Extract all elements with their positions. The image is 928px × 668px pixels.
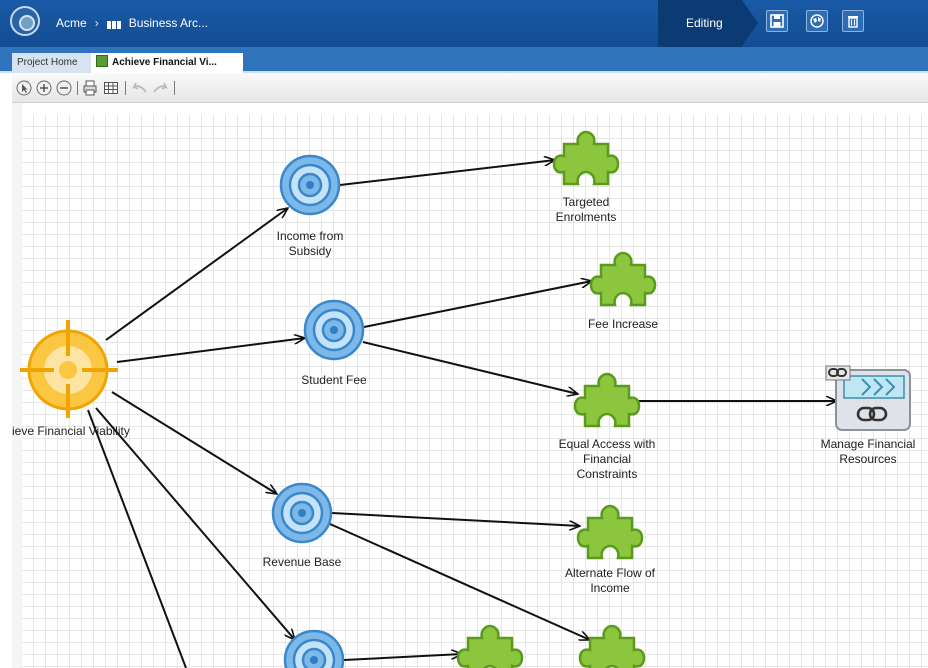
label-text: Manage Financial Resources <box>820 437 916 466</box>
label-text: Student Fee <box>301 373 367 387</box>
label-text: Targeted Enrolments <box>555 195 617 224</box>
edge-student-fee-fee-increase <box>363 281 592 328</box>
edge-root-revenue-base <box>111 391 277 494</box>
label-text: Equal Access with Financial Constraints <box>558 437 656 481</box>
edge-income-subsidy-targeted-enrolments <box>339 160 555 186</box>
strategy-node-6[interactable] <box>578 624 646 668</box>
strategy-node-targeted-enrolments[interactable] <box>552 130 620 186</box>
strategy-node-5[interactable] <box>456 624 524 668</box>
node-label-achieve-financial-viability: ieve Financial Viability <box>12 424 172 439</box>
objective-node-4[interactable] <box>283 629 345 668</box>
node-label-fee-increase: Fee Increase <box>563 317 683 332</box>
capability-node-manage-financial-resources[interactable] <box>825 365 911 431</box>
label-text: Income from Subsidy <box>276 229 344 258</box>
label-text: Revenue Base <box>262 555 342 569</box>
node-label-student-fee: Student Fee <box>276 373 392 388</box>
label-text: Alternate Flow of Income <box>564 566 656 595</box>
node-label-manage-financial-resources: Manage Financial Resources <box>808 437 928 467</box>
node-label-revenue-base: Revenue Base <box>244 555 360 570</box>
goal-node-achieve-financial-viability[interactable] <box>20 320 118 418</box>
edge-root-income-subsidy <box>105 208 288 341</box>
edge-objective-4-strategy-5 <box>343 654 462 661</box>
strategy-node-alternate-flow[interactable] <box>576 504 644 560</box>
strategy-node-fee-increase[interactable] <box>589 251 657 307</box>
edge-root-offscreen <box>87 409 187 668</box>
edge-student-fee-equal-access <box>362 341 578 394</box>
edge-revenue-base-alternate-flow <box>331 512 580 526</box>
node-label-income-subsidy: Income from Subsidy <box>252 229 368 259</box>
objective-node-income-subsidy[interactable] <box>279 154 341 216</box>
node-label-equal-access: Equal Access with Financial Constraints <box>542 437 672 482</box>
label-text: ieve Financial Viability <box>12 424 130 438</box>
objective-node-student-fee[interactable] <box>303 299 365 361</box>
strategy-diagram <box>20 130 911 668</box>
objective-node-revenue-base[interactable] <box>271 482 333 544</box>
edge-root-student-fee <box>116 338 305 363</box>
node-label-alternate-flow: Alternate Flow of Income <box>545 566 675 596</box>
label-text: Fee Increase <box>587 317 659 331</box>
strategy-node-equal-access[interactable] <box>573 372 641 428</box>
node-label-targeted-enrolments: Targeted Enrolments <box>526 195 646 225</box>
